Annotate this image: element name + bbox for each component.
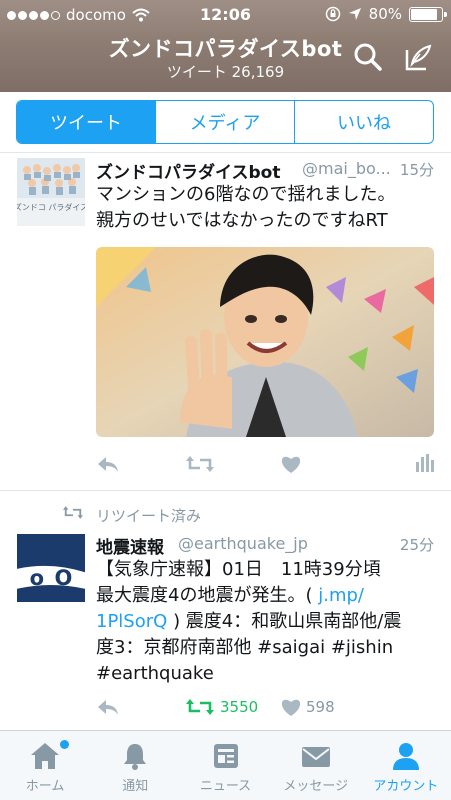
avatar[interactable]: o_O: [17, 534, 85, 602]
tab-home[interactable]: ホーム: [0, 731, 90, 800]
tweet-text: 【気象庁速報】01日 11時39分頃 最大震度4の地震が発生。( j.mp/ 1…: [96, 559, 402, 684]
envelope-icon: [301, 747, 330, 767]
status-bar: docomo 12:06 80%: [0, 0, 451, 30]
profile-header: docomo 12:06 80% ズンドコパラダイスbot ツイート 26,16…: [0, 0, 451, 92]
tab-likes[interactable]: いいね: [295, 101, 433, 143]
tab-notifications[interactable]: 通知: [90, 731, 180, 800]
tweet-media-image[interactable]: [96, 247, 434, 437]
retweet-icon[interactable]: [186, 697, 214, 717]
retweet-count: 3550: [220, 698, 259, 716]
retweeted-indicator-icon: [63, 506, 83, 519]
tweet-link[interactable]: 1PlSorQ: [96, 611, 167, 632]
tweet-count: ツイート 26,169: [166, 63, 285, 81]
reply-icon[interactable]: [96, 454, 120, 474]
tab-messages[interactable]: メッセージ: [271, 731, 361, 800]
avatar-caption: ズンドコ パラダイス: [17, 202, 85, 212]
retweeted-label: リツイート済み: [96, 507, 202, 525]
tab-label: ホーム: [25, 779, 65, 794]
like-count: 598: [306, 698, 335, 716]
page-title: ズンドコパラダイスbot: [108, 37, 343, 61]
news-icon: [213, 744, 238, 768]
tweet-text: マンションの6階なので揺れました。 親方のせいではなかったのですねRT: [96, 184, 396, 231]
profile-tabs: ツイート メディア いいね: [16, 100, 434, 144]
retweet-icon[interactable]: [186, 454, 214, 474]
tab-news[interactable]: ニュース: [180, 731, 270, 800]
tweet-timestamp: 15分: [399, 161, 434, 179]
tab-media[interactable]: メディア: [156, 101, 295, 143]
avatar-text: o_O: [30, 566, 73, 590]
notification-dot: [60, 740, 69, 749]
like-icon[interactable]: [280, 697, 302, 717]
battery-percent: 80%: [368, 5, 402, 23]
compose-tweet-icon[interactable]: [402, 42, 434, 74]
analytics-icon[interactable]: [416, 454, 434, 472]
battery-icon: [409, 6, 447, 22]
home-icon: [31, 743, 60, 769]
person-icon: [392, 743, 419, 770]
tweet-link[interactable]: j.mp/: [318, 585, 364, 606]
divider: [0, 490, 451, 491]
tab-label: メッセージ: [283, 779, 349, 794]
tweet-author-name[interactable]: ズンドコパラダイスbot: [96, 158, 280, 183]
tab-account[interactable]: アカウント: [361, 731, 451, 800]
bottom-tab-bar: ホーム 通知 ニュース メッセージ アカウント: [0, 730, 451, 800]
tab-tweets[interactable]: ツイート: [17, 101, 156, 143]
reply-icon[interactable]: [96, 697, 120, 717]
tweet-author-handle[interactable]: @mai_bo...: [302, 159, 391, 178]
tweet-author-name[interactable]: 地震速報: [96, 533, 164, 558]
tab-label: アカウント: [373, 779, 439, 794]
like-icon[interactable]: [280, 454, 302, 474]
tweet-author-handle[interactable]: @earthquake_jp: [178, 534, 308, 553]
avatar[interactable]: ズンドコ パラダイス: [17, 158, 85, 226]
tab-label: 通知: [122, 779, 149, 794]
bell-icon: [124, 744, 147, 770]
search-icon[interactable]: [353, 42, 383, 72]
divider: [0, 152, 451, 153]
rotation-lock-icon: [325, 6, 340, 22]
tab-label: ニュース: [199, 779, 252, 794]
location-icon: [348, 8, 361, 20]
tweet-timestamp: 25分: [399, 536, 434, 554]
